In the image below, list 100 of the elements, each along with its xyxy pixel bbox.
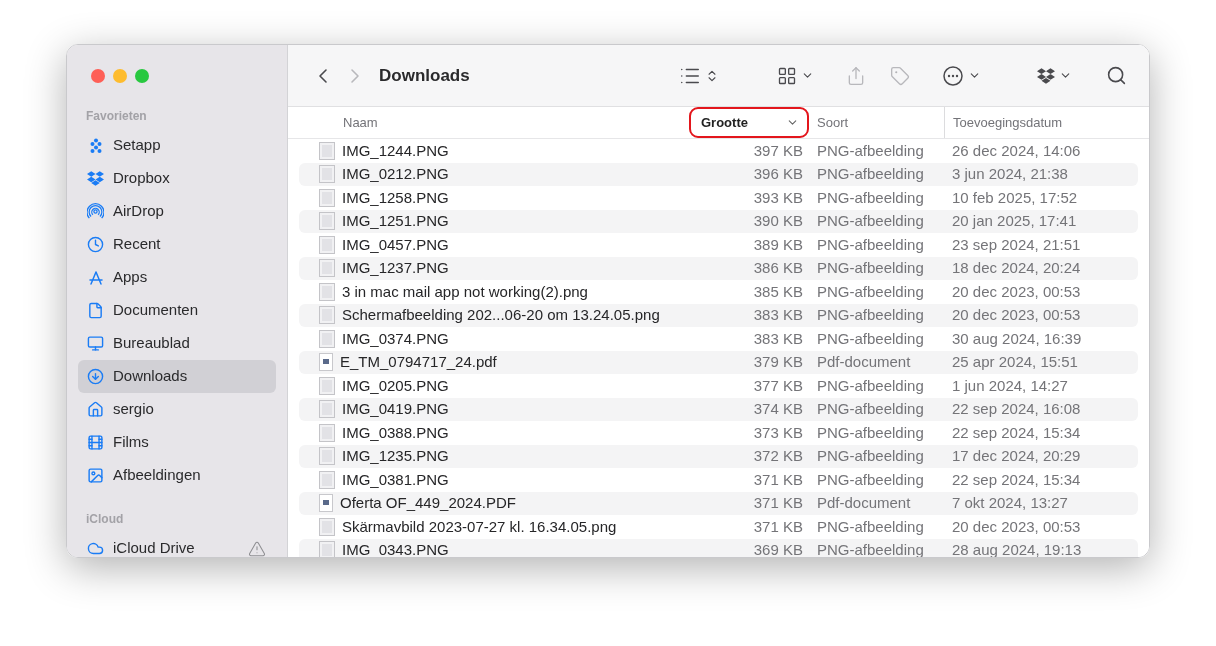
- column-header[interactable]: Toevoegingsdatum: [944, 107, 1138, 138]
- file-row[interactable]: E_TM_0794717_24.pdf 379 KB Pdf-document 25 apr 2024, 15:51: [299, 350, 1138, 374]
- file-row[interactable]: IMG_1244.PNG 397 KB PNG-afbeelding 26 dec 2024, 14:06: [299, 139, 1138, 163]
- file-name: IMG_0343.PNG: [342, 540, 449, 557]
- file-name: IMG_0212.PNG: [342, 164, 449, 184]
- file-size: 374 KB: [752, 399, 804, 419]
- desktop-icon: [87, 335, 104, 352]
- ellipsis-circle-icon: [942, 64, 964, 87]
- file-name: Skärmavbild 2023-07-27 kl. 16.34.05.png: [342, 516, 617, 537]
- file-name: E_TM_0794717_24.pdf: [340, 352, 497, 372]
- pdf-file-icon: [319, 353, 333, 372]
- sidebar-item[interactable]: sergio: [78, 393, 276, 426]
- file-type: PNG-afbeelding: [816, 187, 925, 208]
- file-size: 379 KB: [752, 352, 804, 372]
- file-type: PNG-afbeelding: [816, 164, 925, 184]
- file-type: PNG-afbeelding: [816, 422, 925, 443]
- file-row[interactable]: IMG_0388.PNG 373 KB PNG-afbeelding 22 sep 2024, 15:34: [299, 421, 1138, 445]
- file-type: Pdf-document: [816, 352, 912, 372]
- file-type: Pdf-document: [816, 493, 912, 513]
- dropbox-icon: [87, 170, 104, 187]
- sidebar-item[interactable]: Apps: [78, 261, 276, 294]
- file-name: IMG_1251.PNG: [342, 211, 449, 231]
- file-name: IMG_0419.PNG: [342, 399, 449, 419]
- image-file-icon: [319, 165, 335, 184]
- column-header[interactable]: Soort: [809, 107, 944, 138]
- file-name: Schermafbeelding 202...06-20 om 13.24.05.png: [342, 305, 660, 325]
- file-type: PNG-afbeelding: [816, 305, 925, 325]
- image-icon: [87, 467, 104, 484]
- file-type: PNG-afbeelding: [816, 375, 925, 396]
- file-row[interactable]: IMG_1237.PNG 386 KB PNG-afbeelding 18 dec 2024, 20:24: [299, 256, 1138, 280]
- file-type: PNG-afbeelding: [816, 328, 925, 349]
- file-row[interactable]: IMG_1251.PNG 390 KB PNG-afbeelding 20 jan 2025, 17:41: [299, 209, 1138, 233]
- file-row[interactable]: IMG_0205.PNG 377 KB PNG-afbeelding 1 jun 2024, 14:27: [299, 374, 1138, 398]
- file-row[interactable]: IMG_0457.PNG 389 KB PNG-afbeelding 23 sep 2024, 21:51: [299, 233, 1138, 257]
- sidebar-item[interactable]: Afbeeldingen: [78, 459, 276, 492]
- date-added: 22 sep 2024, 15:34: [951, 469, 1082, 490]
- file-name: IMG_0388.PNG: [342, 422, 449, 443]
- sidebar-item[interactable]: Bureaublad: [78, 327, 276, 360]
- image-file-icon: [319, 282, 335, 301]
- file-size: 383 KB: [752, 328, 804, 349]
- date-added: 20 jan 2025, 17:41: [951, 211, 1078, 231]
- date-added: 20 dec 2023, 00:53: [951, 305, 1082, 325]
- image-file-icon: [319, 259, 335, 278]
- image-file-icon: [319, 306, 335, 325]
- file-row[interactable]: Schermafbeelding 202...06-20 om 13.24.05.png 383 KB PNG-afbeelding 20 dec 2023, 00:53: [299, 303, 1138, 327]
- file-type: PNG-afbeelding: [816, 469, 925, 490]
- sidebar-item[interactable]: Documenten: [78, 294, 276, 327]
- file-size: 369 KB: [752, 540, 804, 557]
- search-icon: [1106, 65, 1127, 86]
- date-added: 17 dec 2024, 20:29: [951, 446, 1082, 466]
- image-file-icon: [319, 212, 335, 231]
- zoom-window-icon[interactable]: [135, 69, 149, 83]
- column-header[interactable]: Grootte: [689, 107, 809, 138]
- file-type: PNG-afbeelding: [816, 446, 925, 466]
- sidebar-item[interactable]: iCloud Drive: [78, 532, 276, 557]
- close-window-icon[interactable]: [91, 69, 105, 83]
- file-row[interactable]: IMG_0374.PNG 383 KB PNG-afbeelding 30 aug 2024, 16:39: [299, 327, 1138, 351]
- tag-icon: [890, 65, 910, 86]
- file-row[interactable]: IMG_0381.PNG 371 KB PNG-afbeelding 22 sep 2024, 15:34: [299, 468, 1138, 492]
- image-file-icon: [319, 470, 335, 489]
- image-file-icon: [319, 235, 335, 254]
- file-name: IMG_1244.PNG: [342, 140, 449, 161]
- file-size: 385 KB: [752, 281, 804, 302]
- date-added: 20 dec 2023, 00:53: [951, 281, 1082, 302]
- file-row[interactable]: IMG_1235.PNG 372 KB PNG-afbeelding 17 dec 2024, 20:29: [299, 444, 1138, 468]
- file-row[interactable]: 3 in mac mail app not working(2).png 385 KB PNG-afbeelding 20 dec 2023, 00:53: [299, 280, 1138, 304]
- clock-icon: [87, 236, 104, 253]
- dropbox-icon: [1037, 66, 1055, 85]
- column-header[interactable]: Naam: [299, 107, 689, 138]
- file-row[interactable]: IMG_0419.PNG 374 KB PNG-afbeelding 22 sep 2024, 16:08: [299, 397, 1138, 421]
- window-title: Downloads: [379, 64, 470, 87]
- file-name: IMG_0381.PNG: [342, 469, 449, 490]
- file-row[interactable]: Skärmavbild 2023-07-27 kl. 16.34.05.png 371 KB PNG-afbeelding 20 dec 2023, 00:53: [299, 515, 1138, 539]
- image-file-icon: [319, 400, 335, 419]
- file-size: 397 KB: [752, 140, 804, 161]
- file-size: 396 KB: [752, 164, 804, 184]
- sidebar-item[interactable]: Downloads: [78, 360, 276, 393]
- file-row[interactable]: IMG_1258.PNG 393 KB PNG-afbeelding 10 feb 2025, 17:52: [299, 186, 1138, 210]
- file-size: 371 KB: [752, 493, 804, 513]
- sidebar-item[interactable]: Dropbox: [78, 162, 276, 195]
- date-added: 3 jun 2024, 21:38: [951, 164, 1069, 184]
- file-size: 386 KB: [752, 258, 804, 278]
- file-size: 393 KB: [752, 187, 804, 208]
- image-file-icon: [319, 447, 335, 466]
- date-added: 22 sep 2024, 16:08: [951, 399, 1082, 419]
- sidebar-item[interactable]: Setapp: [78, 129, 276, 162]
- image-file-icon: [319, 141, 335, 160]
- image-file-icon: [319, 188, 335, 207]
- file-row[interactable]: IMG_0212.PNG 396 KB PNG-afbeelding 3 jun 2024, 21:38: [299, 162, 1138, 186]
- date-added: 22 sep 2024, 15:34: [951, 422, 1082, 443]
- file-size: 390 KB: [752, 211, 804, 231]
- sidebar-item[interactable]: AirDrop: [78, 195, 276, 228]
- file-name: 3 in mac mail app not working(2).png: [342, 281, 588, 302]
- date-added: 25 apr 2024, 15:51: [951, 352, 1079, 372]
- file-type: PNG-afbeelding: [816, 234, 925, 255]
- file-row[interactable]: Oferta OF_449_2024.PDF 371 KB Pdf-document 7 okt 2024, 13:27: [299, 491, 1138, 515]
- sidebar-item[interactable]: Recent: [78, 228, 276, 261]
- download-icon: [87, 368, 104, 385]
- sidebar-item[interactable]: Films: [78, 426, 276, 459]
- grid-icon: [777, 65, 797, 86]
